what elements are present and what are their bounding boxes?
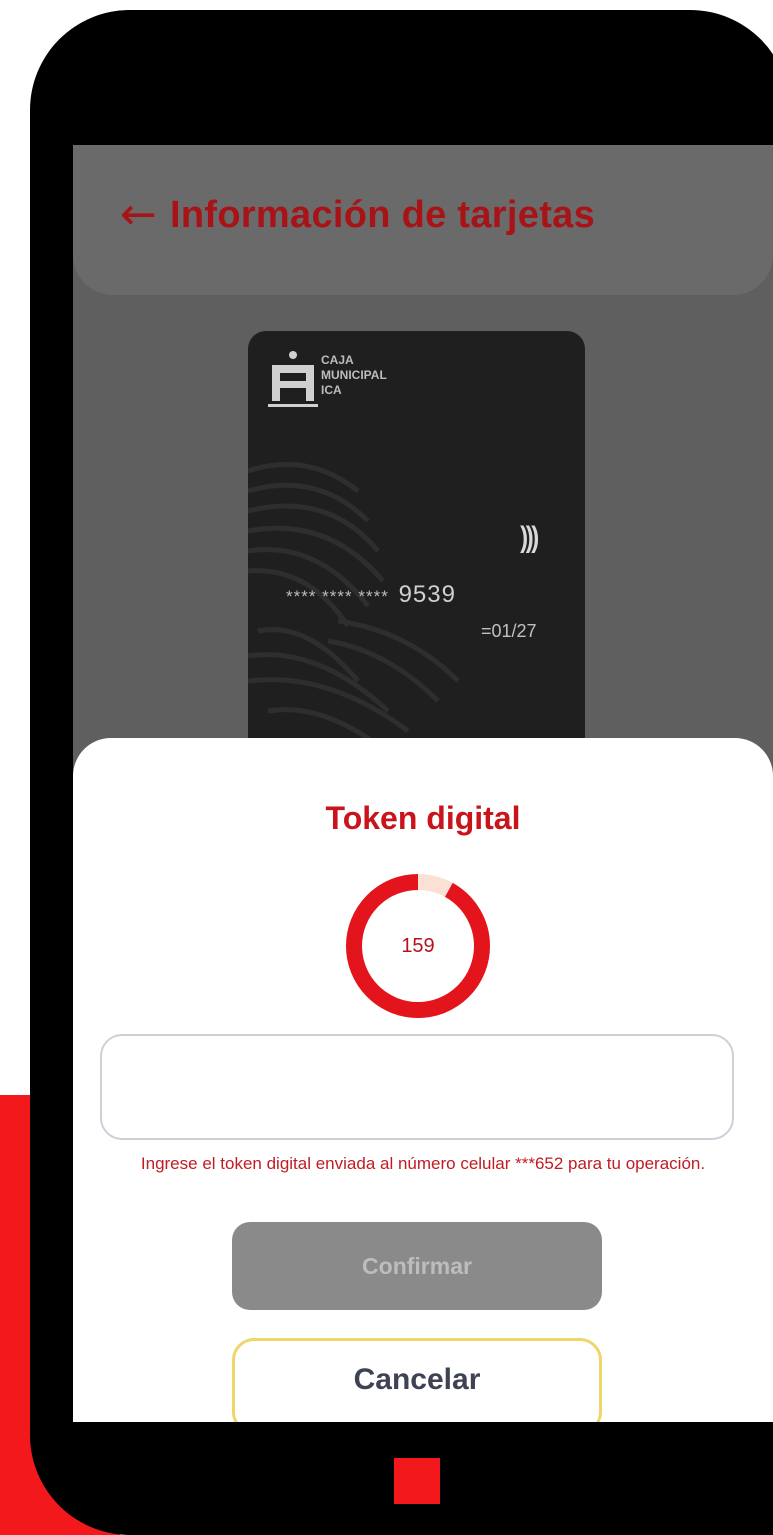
cancel-button[interactable]: Cancelar [232,1338,602,1422]
brand-line-municipal: MUNICIPAL [321,368,387,382]
contactless-icon: ))) [520,521,539,554]
card-brand-text: CAJA MUNICIPAL ICA [321,353,461,398]
card-masked-digits: **** **** **** [286,587,389,606]
token-bottom-sheet: Token digital 159 Ingrese el token digit… [73,738,773,1422]
sheet-title: Token digital [325,800,521,836]
page-title: Información de tarjetas [170,194,596,236]
caja-ica-logo-icon [268,351,318,407]
back-arrow-icon[interactable]: ← [120,185,157,245]
token-input[interactable] [100,1034,734,1140]
app-screen: ← Información de tarjetas CAJA MUNICIPAL… [73,145,773,1422]
expiry-label-icon: = [481,621,492,641]
confirm-button[interactable]: Confirmar [232,1222,602,1310]
card-expiry: =01/27 [481,621,537,642]
brand-line-ica: ICA [321,383,342,397]
header-bar: ← Información de tarjetas [73,145,773,295]
countdown-value: 159 [401,935,435,957]
brand-line-caja: CAJA [321,353,354,367]
debit-card: CAJA MUNICIPAL ICA ))) **** **** **** 95… [248,331,585,761]
token-hint: Ingrese el token digital enviada al núme… [140,1154,706,1173]
card-expiry-value: 01/27 [491,621,537,641]
card-number: **** **** **** 9539 [286,581,456,609]
home-button[interactable] [394,1458,440,1504]
card-last-digits: 9539 [398,581,456,608]
